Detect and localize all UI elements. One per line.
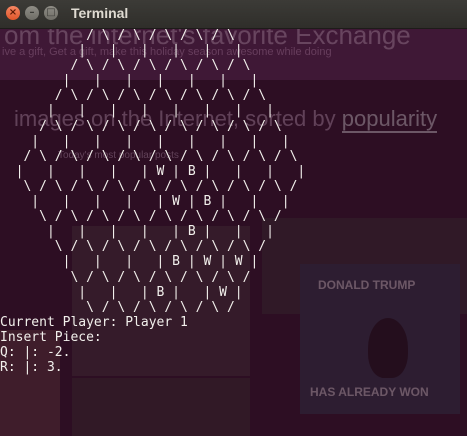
window-title: Terminal [71,5,129,21]
board-line: | | | | | W | B | | | [0,194,290,210]
board-line: \ / \ / \ / \ / \ / \ / [0,269,251,285]
board-line: | | | | | | | | [0,103,274,119]
board-line: | | | | | B | | | [0,224,274,240]
board-line: \ / \ / \ / \ / \ / [0,299,235,315]
board-line: / \ / \ / \ / \ / \ / \ [0,58,251,74]
board-line: | | | | | | | [0,73,259,89]
title-bar[interactable]: × – □ Terminal [0,0,467,29]
board-line: | | | | B | W | W | [0,254,259,270]
board-line: \ / \ / \ / \ / \ / \ / \ / [0,239,267,255]
board-line: \ / \ / \ / \ / \ / \ / \ / \ / [0,209,282,225]
terminal-output[interactable]: / \ / \ / \ / \ / \ | | | | | | / \ / \ … [0,28,467,436]
board-line: | | | | | | | | | [0,133,290,149]
status-line: Current Player: Player 1 [0,314,188,330]
terminal-window: × – □ Terminal om the internet's favorit… [0,0,467,436]
board-line: / \ / \ / \ / \ / \ / \ / \ / \ / \ [0,148,298,164]
status-line: Q: |: -2. [0,344,71,360]
status-line: Insert Piece: [0,329,102,345]
board-line: | | | B | | W | [0,284,243,300]
maximize-icon[interactable]: □ [44,6,58,20]
board-line: / \ / \ / \ / \ / \ / \ / \ / \ [0,118,282,134]
terminal-status: Current Player: Player 1 Insert Piece: Q: … [0,315,467,375]
close-icon[interactable]: × [6,6,20,20]
status-line: R: |: 3. [0,360,63,376]
board-line: | | | | | | [0,43,243,59]
board-line: | | | | | W | B | | | | [0,163,306,179]
hex-board: / \ / \ / \ / \ / \ | | | | | | / \ / \ … [0,28,467,315]
board-line: \ / \ / \ / \ / \ / \ / \ / \ / \ / [0,178,298,194]
board-line: / \ / \ / \ / \ / \ / \ / \ [0,88,267,104]
minimize-icon[interactable]: – [25,6,39,20]
board-line: / \ / \ / \ / \ / \ [0,28,235,43]
